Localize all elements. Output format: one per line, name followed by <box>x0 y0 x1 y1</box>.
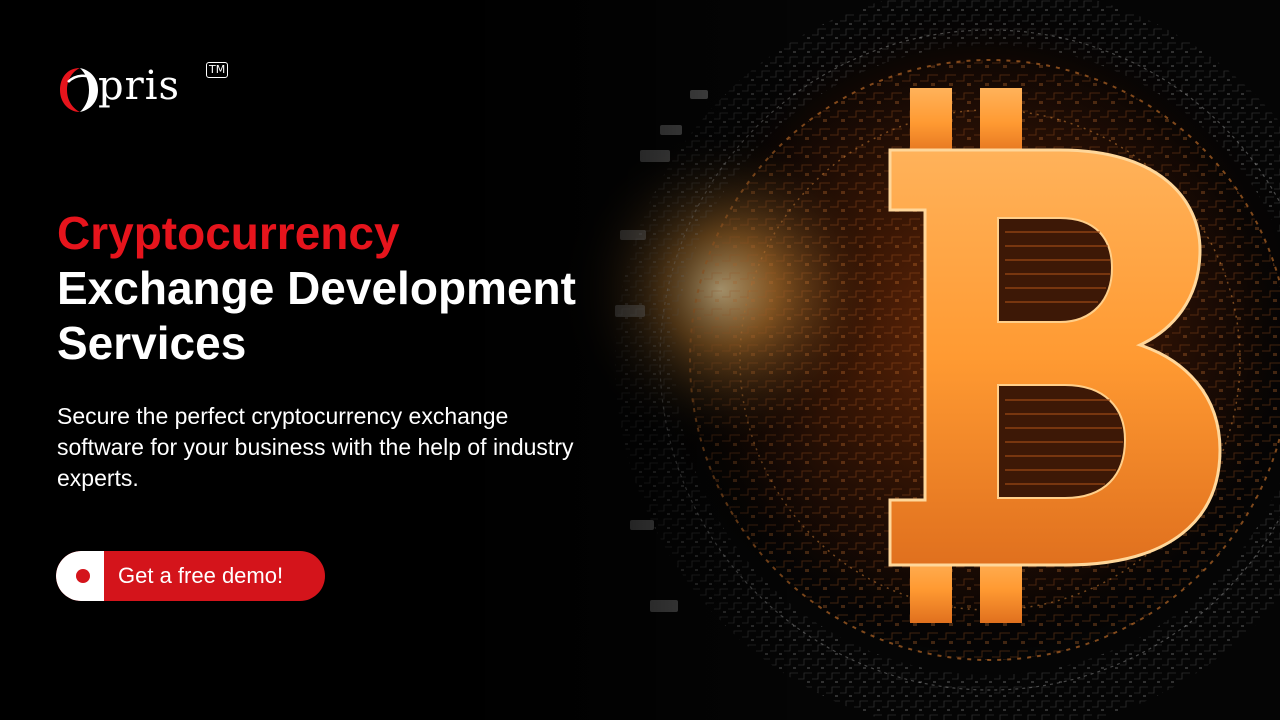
record-dot-icon <box>76 569 90 583</box>
logo-mark-icon <box>60 68 98 112</box>
hero-banner: pris TM Cryptocurrency Exchange Developm… <box>0 0 1280 720</box>
headline-line-3: Services <box>57 317 247 369</box>
logo-wordmark: pris <box>98 63 181 109</box>
cta-knob <box>56 551 104 601</box>
brand-logo[interactable]: pris TM <box>58 58 258 128</box>
cta-label: Get a free demo! <box>118 563 284 588</box>
get-demo-button[interactable]: Get a free demo! <box>56 551 325 601</box>
trademark-badge: TM <box>206 62 229 78</box>
headline-line-2: Exchange Development <box>57 262 576 314</box>
page-title: Cryptocurrency Exchange Development Serv… <box>57 206 697 371</box>
hero-subtitle: Secure the perfect cryptocurrency exchan… <box>57 403 574 491</box>
headline-accent: Cryptocurrency <box>57 207 400 259</box>
